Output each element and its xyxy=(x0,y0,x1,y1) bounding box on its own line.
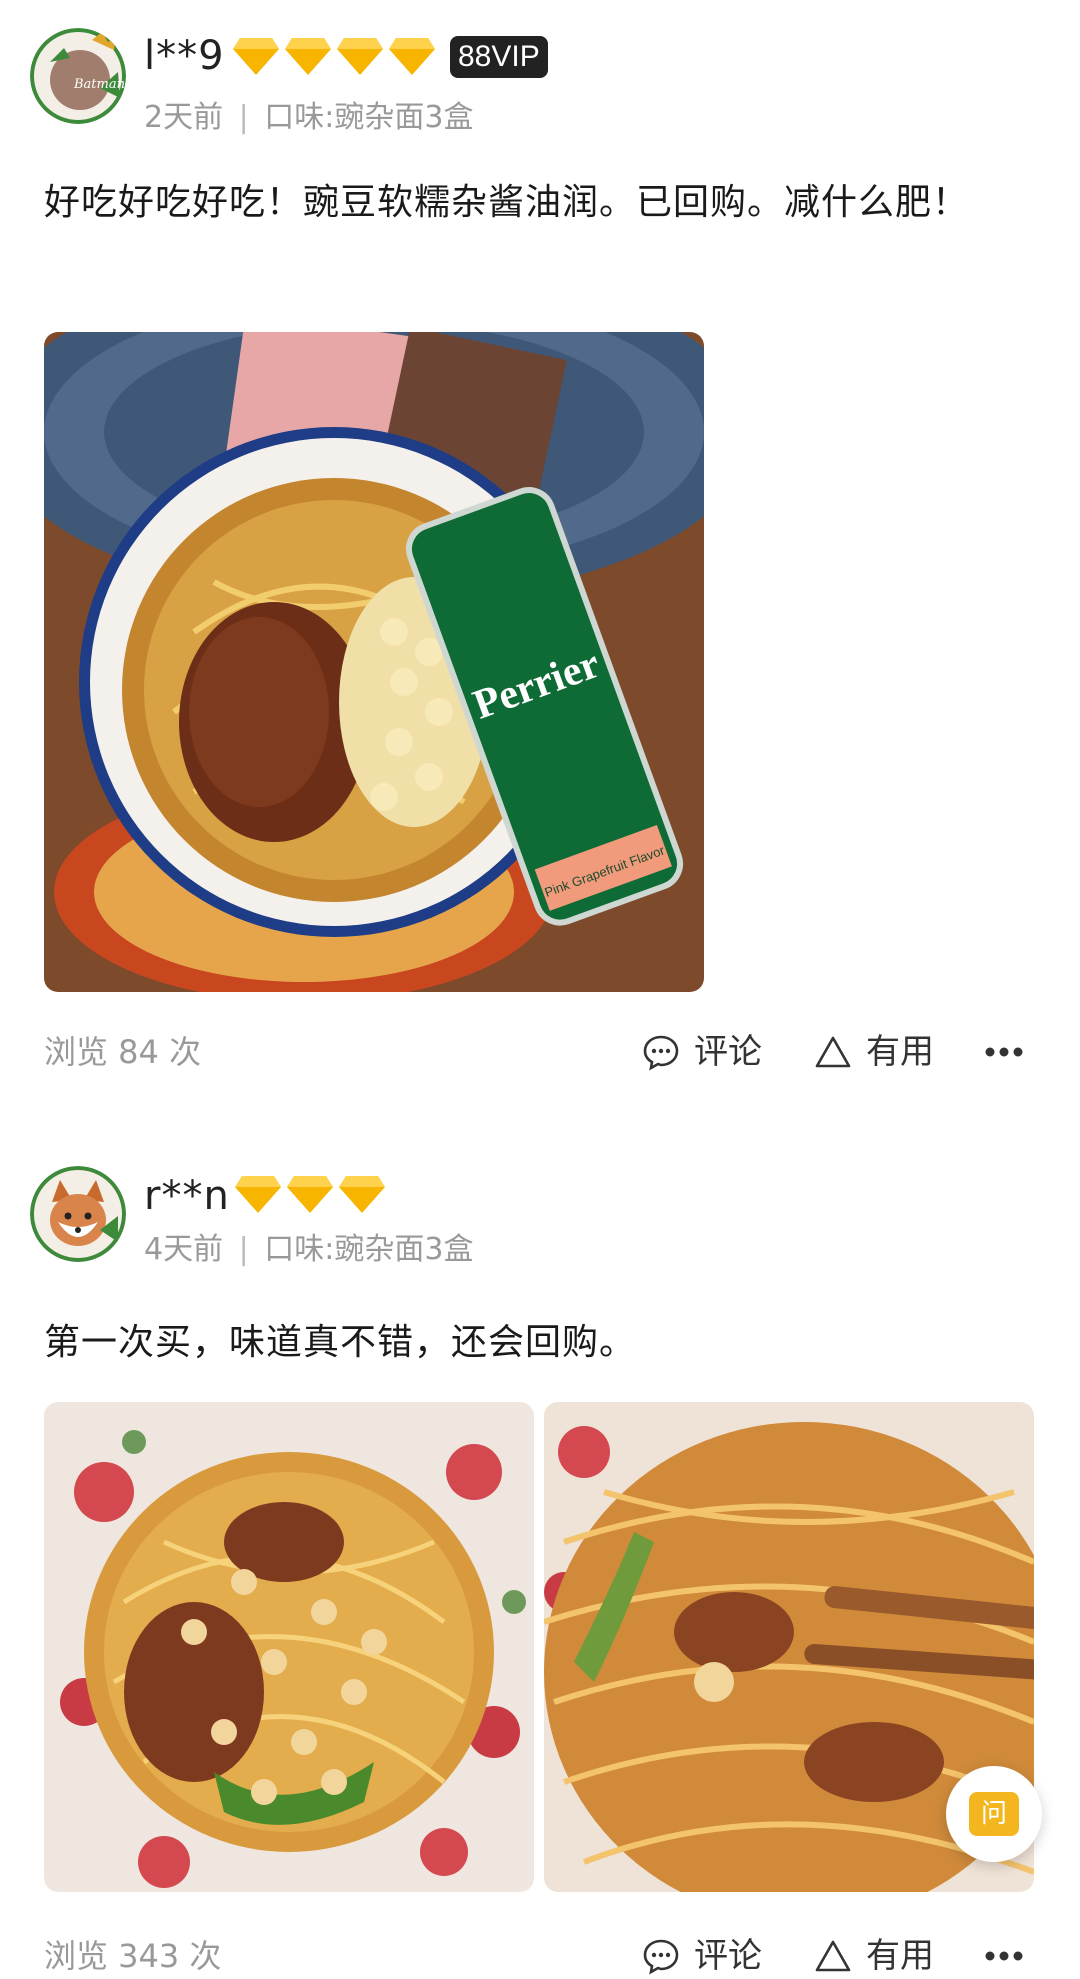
review-card: Batman l**9 88VIP 2天前 | 口味:豌杂面3盒 好吃好吃好吃！… xyxy=(0,0,1080,1080)
diamond-icon xyxy=(285,38,331,75)
comment-label: 评论 xyxy=(694,1936,762,1976)
ask-question-button[interactable]: 问 xyxy=(946,1766,1042,1862)
more-options-icon[interactable] xyxy=(984,1046,1024,1058)
review-text: 第一次买，味道真不错，还会回购。 xyxy=(44,1322,637,1363)
comment-icon xyxy=(643,1939,679,1975)
useful-label: 有用 xyxy=(866,1032,934,1072)
fox-avatar-icon xyxy=(30,1166,126,1262)
diamond-icon xyxy=(389,38,435,75)
member-level-diamonds xyxy=(234,1174,386,1214)
comment-label: 评论 xyxy=(694,1032,762,1072)
diamond-icon xyxy=(235,1176,281,1213)
diamond-icon xyxy=(337,38,383,75)
comment-icon xyxy=(643,1035,679,1071)
view-count: 浏览 343 次 xyxy=(44,1937,222,1975)
diamond-icon xyxy=(287,1176,333,1213)
view-count: 浏览 84 次 xyxy=(44,1033,202,1071)
review-flavor: 口味:豌杂面3盒 xyxy=(264,100,474,135)
photo-noodle-bowl-perrier: Perrier Pink Grapefruit Flavor xyxy=(44,332,704,992)
useful-label: 有用 xyxy=(866,1936,934,1976)
review-time: 2天前 xyxy=(144,100,224,135)
meta-separator: | xyxy=(238,100,249,135)
username[interactable]: l**9 xyxy=(144,32,225,80)
useful-button[interactable]: 有用 xyxy=(814,1936,934,1976)
user-avatar[interactable] xyxy=(30,1166,126,1262)
diamond-icon xyxy=(233,38,279,75)
member-level-diamonds xyxy=(232,36,436,76)
photo-noodle-plate xyxy=(44,1402,534,1892)
review-meta: 2天前 | 口味:豌杂面3盒 xyxy=(144,100,474,136)
diamond-icon xyxy=(339,1176,385,1213)
ask-icon: 问 xyxy=(969,1792,1019,1836)
comment-button[interactable]: 评论 xyxy=(642,1936,762,1976)
comment-button[interactable]: 评论 xyxy=(642,1032,762,1072)
batman-avatar-icon: Batman xyxy=(30,28,126,124)
triangle-up-icon xyxy=(815,1940,851,1972)
review-flavor: 口味:豌杂面3盒 xyxy=(264,1232,474,1267)
useful-button[interactable]: 有用 xyxy=(814,1032,934,1072)
ask-button-label: 问 xyxy=(980,1799,1007,1829)
username[interactable]: r**n xyxy=(144,1172,230,1220)
user-avatar[interactable]: Batman xyxy=(30,28,126,124)
vip-badge: 88VIP xyxy=(450,36,548,78)
review-time: 4天前 xyxy=(144,1232,224,1267)
meta-separator: | xyxy=(238,1232,249,1267)
svg-text:Batman: Batman xyxy=(73,77,125,92)
review-text: 好吃好吃好吃！豌豆软糯杂酱油润。已回购。减什么肥！ xyxy=(44,182,970,223)
review-photo[interactable]: Perrier Pink Grapefruit Flavor xyxy=(44,332,704,992)
more-options-icon[interactable] xyxy=(984,1950,1024,1962)
triangle-up-icon xyxy=(815,1036,851,1068)
review-card: r**n 4天前 | 口味:豌杂面3盒 第一次买，味道真不错，还会回购。 浏览 … xyxy=(0,1128,1080,1979)
review-list-page: Batman l**9 88VIP 2天前 | 口味:豌杂面3盒 好吃好吃好吃！… xyxy=(0,0,1080,1979)
review-meta: 4天前 | 口味:豌杂面3盒 xyxy=(144,1232,474,1268)
review-photo[interactable] xyxy=(44,1402,534,1892)
